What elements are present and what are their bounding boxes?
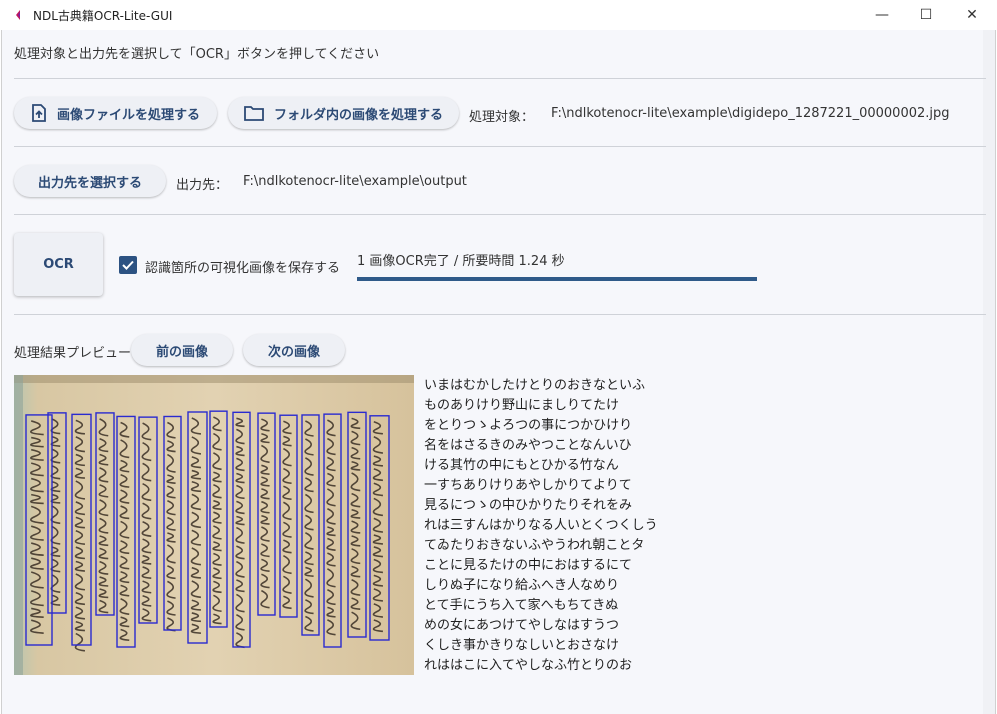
save-visualization-checkbox[interactable] bbox=[119, 256, 137, 274]
ocr-line: 名をはさるきのみやつことなんいひ bbox=[424, 438, 632, 453]
ocr-status-text: 1 画像OCR完了 / 所要時間 1.24 秒 bbox=[357, 254, 565, 269]
ocr-line: をとりつゝよろつの事につかひけり bbox=[424, 418, 633, 433]
preview-image bbox=[14, 375, 414, 675]
folder-icon bbox=[244, 106, 264, 121]
divider bbox=[14, 78, 986, 79]
file-upload-icon bbox=[32, 104, 46, 122]
select-output-button[interactable]: 出力先を選択する bbox=[14, 165, 166, 197]
process-file-label: 画像ファイルを処理する bbox=[56, 107, 200, 123]
ocr-line: 一すちありけりあやしかりてよりて bbox=[424, 478, 632, 493]
output-label: 出力先： bbox=[176, 178, 229, 193]
next-image-label: 次の画像 bbox=[267, 344, 320, 360]
process-folder-label: フォルダ内の画像を処理する bbox=[273, 107, 443, 123]
ocr-result-text: いまはむかしたけとりのおきなといふ ものありけり野山にましりてたけ をとりつゝよ… bbox=[424, 376, 658, 676]
ocr-button-label: OCR bbox=[43, 257, 74, 272]
title-bar: NDL古典籍OCR-Lite-GUI — ☐ ✕ bbox=[0, 0, 997, 30]
ocr-line: くしき事かきりなしいとおさなけ bbox=[424, 638, 620, 653]
ocr-line: てゐたりおきないふやうわれ朝ことタ bbox=[424, 538, 645, 553]
scroll-strip bbox=[983, 30, 995, 714]
ocr-line: ける其竹の中にもとひかる竹なん bbox=[424, 458, 619, 473]
select-output-label: 出力先を選択する bbox=[37, 175, 142, 191]
ocr-line: ことに見るたけの中におはするにて bbox=[424, 558, 633, 573]
ocr-line: とて手にうち入て家へもちてきぬ bbox=[424, 598, 619, 613]
divider bbox=[14, 146, 986, 147]
save-visualization-label: 認識箇所の可視化画像を保存する bbox=[145, 261, 341, 276]
next-image-button[interactable]: 次の画像 bbox=[243, 334, 345, 366]
instruction-text: 処理対象と出力先を選択して「OCR」ボタンを押してください bbox=[14, 47, 380, 62]
progress-bar bbox=[357, 277, 757, 281]
process-folder-button[interactable]: フォルダ内の画像を処理する bbox=[228, 97, 459, 129]
prev-image-button[interactable]: 前の画像 bbox=[131, 334, 233, 366]
close-icon: ✕ bbox=[966, 7, 978, 23]
prev-image-label: 前の画像 bbox=[155, 344, 208, 360]
preview-label: 処理結果プレビュー bbox=[14, 346, 132, 361]
window-title: NDL古典籍OCR-Lite-GUI bbox=[33, 9, 173, 23]
target-label: 処理対象： bbox=[469, 110, 535, 125]
target-path: F:\ndlkotenocr-lite\example\digidepo_128… bbox=[551, 106, 950, 121]
ocr-line: れは三すんはかりなる人いとくつくしう bbox=[424, 518, 658, 533]
divider bbox=[14, 314, 986, 315]
minimize-icon: — bbox=[875, 7, 889, 23]
main-content: 処理対象と出力先を選択して「OCR」ボタンを押してください 画像ファイルを処理す… bbox=[1, 30, 996, 714]
divider bbox=[14, 214, 986, 215]
manuscript-image bbox=[14, 375, 414, 675]
ocr-line: しりぬ子になり給ふへき人なめり bbox=[424, 578, 620, 593]
minimize-button[interactable]: — bbox=[859, 0, 905, 30]
check-icon bbox=[122, 260, 134, 270]
app-icon bbox=[16, 10, 20, 20]
ocr-line: いまはむかしたけとりのおきなといふ bbox=[424, 378, 646, 393]
maximize-icon: ☐ bbox=[919, 7, 933, 23]
maximize-button[interactable]: ☐ bbox=[903, 0, 949, 30]
process-file-button[interactable]: 画像ファイルを処理する bbox=[14, 97, 217, 129]
ocr-button[interactable]: OCR bbox=[14, 233, 103, 296]
ocr-line: ものありけり野山にましりてたけ bbox=[424, 398, 620, 413]
output-path: F:\ndlkotenocr-lite\example\output bbox=[243, 174, 467, 189]
ocr-line: 見るにつゝの中ひかりたりそれをみ bbox=[424, 498, 633, 513]
ocr-line: めの女にあつけてやしなはすうつ bbox=[424, 618, 620, 633]
close-button[interactable]: ✕ bbox=[949, 0, 995, 30]
ocr-line: れははこに入てやしなふ竹とりのお bbox=[424, 658, 633, 673]
